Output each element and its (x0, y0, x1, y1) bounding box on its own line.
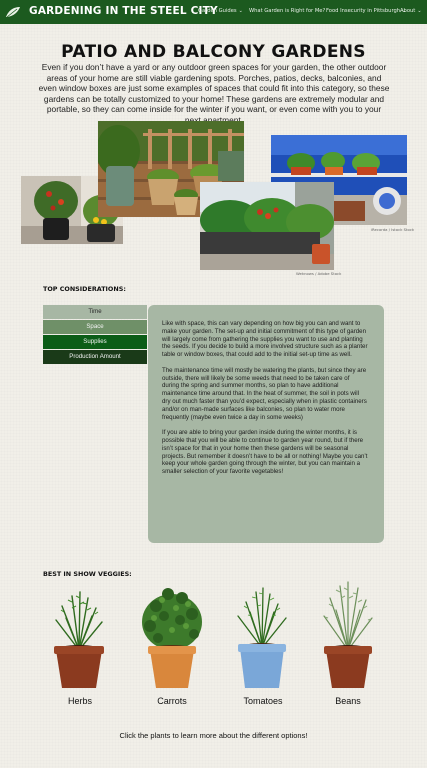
photo-credit: iRecorda / Istock Stock (371, 227, 415, 232)
intro-paragraph: Even if you don’t have a yard or any out… (38, 62, 390, 125)
tab-space[interactable]: Space (43, 320, 147, 334)
tomatoes-plant-button[interactable] (232, 586, 292, 692)
site-title-link[interactable]: GARDENING IN THE STEEL CITY (29, 5, 218, 17)
nav-item-food-insecurity[interactable]: Food Insecurity in Pittsburgh ⌄ (326, 8, 406, 14)
pot-body (150, 650, 194, 688)
leaf-logo-icon[interactable] (5, 5, 21, 19)
tomatoes-label[interactable]: Tomatoes (223, 696, 303, 706)
tab-production-amount[interactable]: Production Amount (43, 350, 147, 364)
considerations-heading: TOP CONSIDERATIONS: (43, 285, 126, 293)
nav-item-what-garden[interactable]: What Garden is Right for Me? (249, 8, 325, 14)
nav-item-label: Food Insecurity in Pittsburgh (326, 8, 401, 14)
chevron-down-icon: ⌄ (417, 8, 422, 14)
chevron-down-icon: ⌄ (238, 8, 243, 14)
considerations-paragraph: Like with space, this can vary depending… (162, 320, 368, 359)
nav-item-garden-guides[interactable]: Garden Guides ⌄ (198, 8, 243, 14)
carrots-label[interactable]: Carrots (132, 696, 212, 706)
top-navigation-bar: GARDENING IN THE STEEL CITY Garden Guide… (0, 0, 427, 24)
nav-item-label: About (400, 8, 416, 14)
click-instructions: Click the plants to learn more about the… (119, 731, 308, 740)
balcony-planter-box-photo (200, 182, 334, 270)
considerations-paragraph: If you are able to bring your garden ins… (162, 429, 368, 476)
herbs-label[interactable]: Herbs (40, 696, 120, 706)
pot-body (56, 650, 102, 688)
beans-plant-button[interactable] (318, 580, 378, 692)
tab-supplies[interactable]: Supplies (43, 335, 147, 349)
pot-body (326, 650, 370, 688)
nav-item-label: Garden Guides (198, 8, 237, 14)
nav-item-about[interactable]: About ⌄ (400, 8, 422, 14)
beans-label[interactable]: Beans (308, 696, 388, 706)
considerations-tab-list: Time Space Supplies Production Amount (43, 305, 147, 365)
page-title: PATIO AND BALCONY GARDENS (61, 42, 366, 62)
considerations-paragraph: The maintenance time will mostly be wate… (162, 366, 367, 421)
veggies-heading: BEST IN SHOW VEGGIES: (43, 570, 132, 578)
pot-body (240, 648, 284, 688)
nav-item-label: What Garden is Right for Me? (249, 8, 326, 14)
herbs-plant-button[interactable] (50, 588, 108, 692)
considerations-text: Like with space, this can vary depending… (162, 320, 368, 484)
photo-credit: Weknows / Adobe Stock (296, 271, 342, 276)
tab-time[interactable]: Time (43, 305, 147, 319)
carrots-plant-button[interactable] (138, 582, 206, 692)
